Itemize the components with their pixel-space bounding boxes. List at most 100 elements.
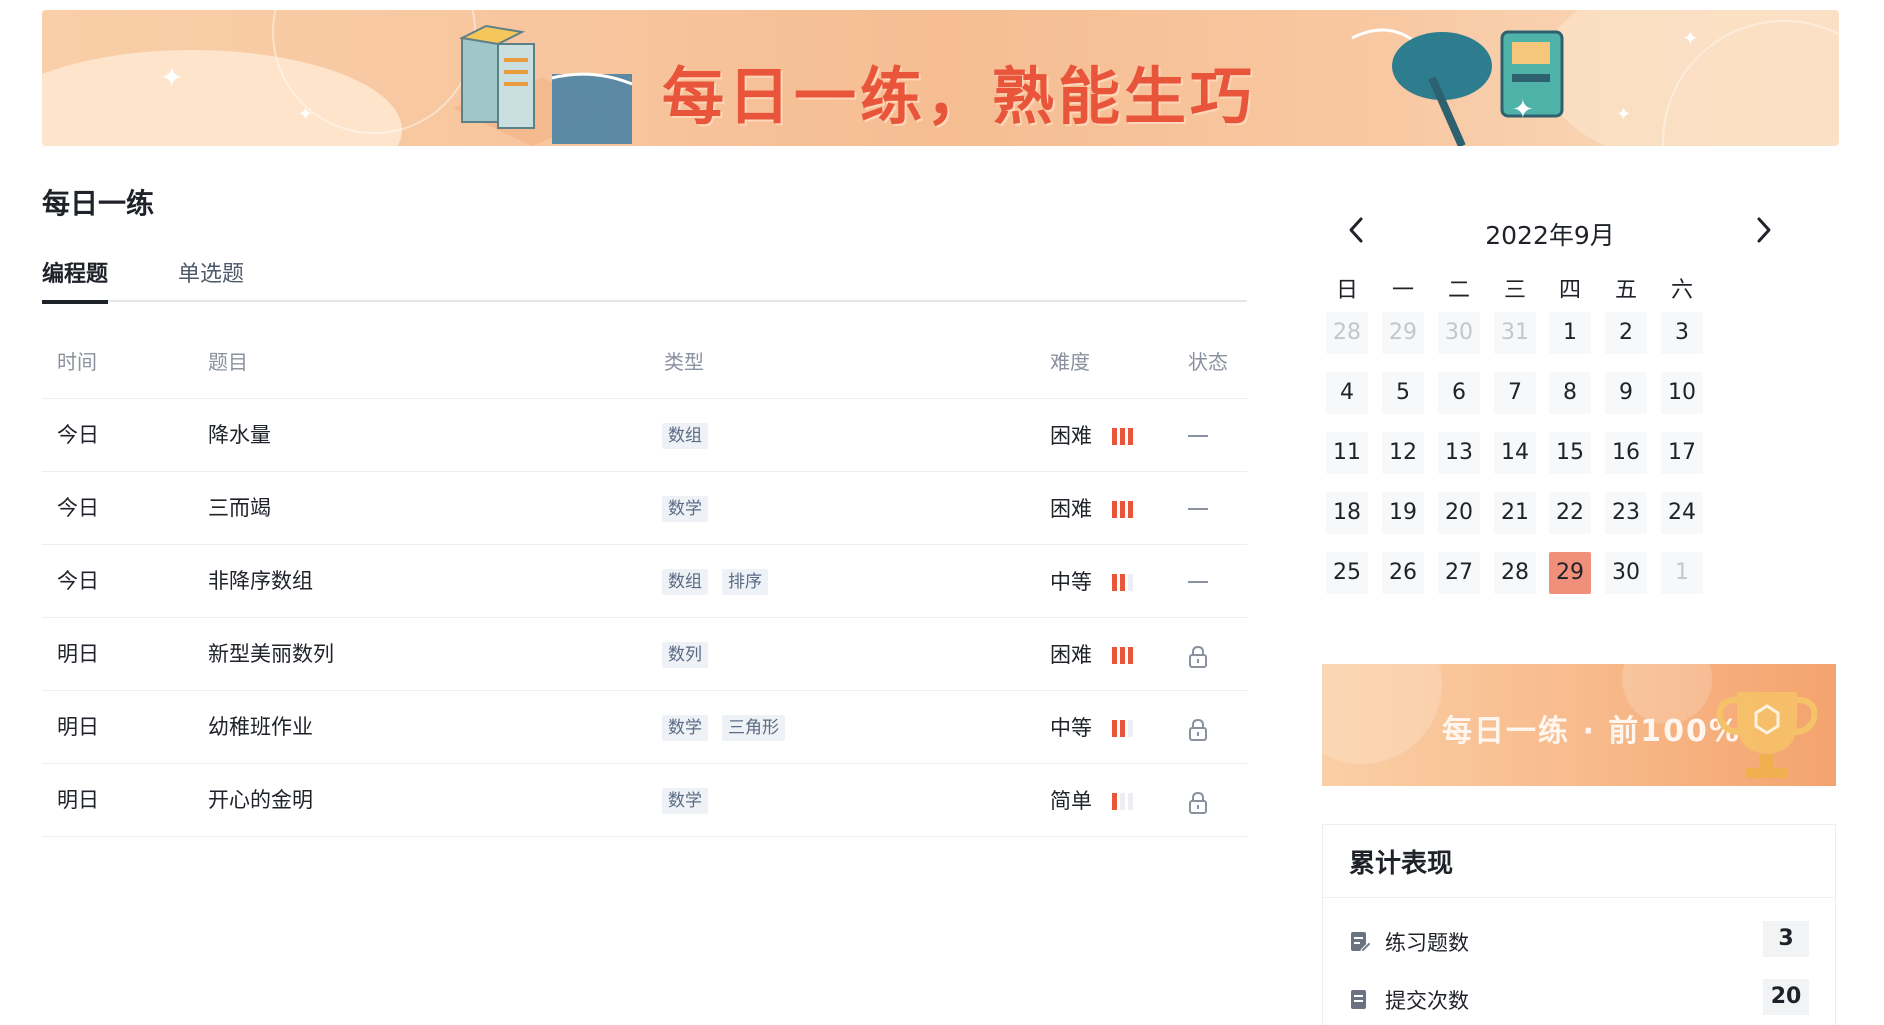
table-row[interactable]: 明日 幼稚班作业 数学 三角形 中等 — [42, 691, 1247, 764]
stat-value: 3 — [1763, 921, 1809, 957]
tab-bar: 编程题 单选题 — [42, 254, 1247, 304]
status-dash-icon — [1188, 508, 1208, 510]
calendar-day[interactable]: 5 — [1382, 372, 1424, 414]
page-title: 每日一练 — [42, 187, 155, 220]
practice-icon — [1351, 932, 1371, 953]
row-tags: 数学 — [662, 764, 722, 836]
status-dash-icon — [1188, 435, 1208, 437]
calendar-week: 25 26 27 28 29 30 1 — [1320, 552, 1780, 612]
stat-submit-count: 提交次数 20 — [1349, 979, 1809, 1019]
row-difficulty: 困难 — [1050, 472, 1133, 544]
table-row[interactable]: 今日 三而竭 数学 困难 — [42, 472, 1247, 545]
calendar-day[interactable]: 1 — [1549, 312, 1591, 354]
row-title[interactable]: 非降序数组 — [208, 545, 313, 617]
difficulty-label: 困难 — [1050, 424, 1092, 448]
table-body: 今日 降水量 数组 困难 今日 三而竭 数学 困难 今日 非降序数组 数组 排序 中等 明日 新型美丽数列数… — [42, 399, 1247, 837]
calendar-day[interactable]: 28 — [1494, 552, 1536, 594]
calendar-day[interactable]: 4 — [1326, 372, 1368, 414]
calendar-day-today[interactable]: 29 — [1549, 552, 1591, 594]
row-title[interactable]: 新型美丽数列 — [208, 618, 334, 690]
calendar-day[interactable]: 30 — [1605, 552, 1647, 594]
calendar-header: 2022年9月 — [1320, 210, 1780, 250]
server-illustration — [452, 24, 633, 146]
calendar-day[interactable]: 12 — [1382, 432, 1424, 474]
promo-banner[interactable]: 每日一练 · 前100% — [1322, 664, 1836, 786]
calendar-day[interactable]: 24 — [1661, 492, 1703, 534]
stat-value: 20 — [1763, 979, 1809, 1015]
calendar-day[interactable]: 9 — [1605, 372, 1647, 414]
row-time: 明日 — [57, 642, 99, 666]
calendar-day[interactable]: 31 — [1494, 312, 1536, 354]
calendar-day[interactable]: 20 — [1438, 492, 1480, 534]
row-title[interactable]: 降水量 — [208, 399, 271, 471]
tab-single-choice[interactable]: 单选题 — [178, 256, 244, 300]
calendar-day[interactable]: 23 — [1605, 492, 1647, 534]
calendar-day[interactable]: 16 — [1605, 432, 1647, 474]
lock-icon — [1189, 791, 1207, 814]
type-tag: 排序 — [722, 569, 768, 595]
table-header: 时间 题目 类型 难度 状态 — [42, 326, 1247, 399]
table-row[interactable]: 今日 非降序数组 数组 排序 中等 — [42, 545, 1247, 618]
header-type: 类型 — [664, 350, 704, 374]
calendar-day[interactable]: 29 — [1382, 312, 1424, 354]
calendar-day[interactable]: 17 — [1661, 432, 1703, 474]
row-difficulty: 困难 — [1050, 399, 1133, 471]
row-title[interactable]: 幼稚班作业 — [208, 691, 313, 763]
calendar-day[interactable]: 18 — [1326, 492, 1368, 534]
table-row[interactable]: 明日 新型美丽数列 数列 困难 — [42, 618, 1247, 691]
calendar-day[interactable]: 3 — [1661, 312, 1703, 354]
calendar-day[interactable]: 27 — [1438, 552, 1480, 594]
calendar-day[interactable]: 30 — [1438, 312, 1480, 354]
row-title[interactable]: 开心的金明 — [208, 764, 313, 836]
calendar-day[interactable]: 14 — [1494, 432, 1536, 474]
type-tag: 数组 — [662, 569, 708, 595]
table-row[interactable]: 明日 开心的金明 数学 简单 — [42, 764, 1247, 837]
calendar-day[interactable]: 19 — [1382, 492, 1424, 534]
type-tag: 数学 — [662, 715, 708, 741]
calendar-day[interactable]: 13 — [1438, 432, 1480, 474]
calendar-day[interactable]: 6 — [1438, 372, 1480, 414]
row-status — [1142, 764, 1208, 836]
row-tags: 数学 — [662, 472, 722, 544]
lock-icon — [1189, 718, 1207, 741]
calendar-day[interactable]: 15 — [1549, 432, 1591, 474]
row-time: 今日 — [57, 569, 99, 593]
difficulty-label: 中等 — [1050, 570, 1092, 594]
row-time: 明日 — [57, 788, 99, 812]
row-tags: 数学 三角形 — [662, 691, 799, 763]
row-title[interactable]: 三而竭 — [208, 472, 271, 544]
calendar-day[interactable]: 22 — [1549, 492, 1591, 534]
table-row[interactable]: 今日 降水量 数组 困难 — [42, 399, 1247, 472]
chevron-right-icon[interactable] — [1754, 216, 1774, 244]
type-tag: 数组 — [662, 423, 708, 449]
calendar-week: 28 29 30 31 1 2 3 — [1320, 312, 1780, 372]
weekday-label: 六 — [1670, 278, 1693, 303]
row-difficulty: 简单 — [1050, 764, 1133, 836]
row-time: 明日 — [57, 715, 99, 739]
calendar-day[interactable]: 26 — [1382, 552, 1424, 594]
calendar-day[interactable]: 25 — [1326, 552, 1368, 594]
difficulty-bars-icon — [1112, 792, 1133, 810]
calendar-day[interactable]: 11 — [1326, 432, 1368, 474]
stats-title: 累计表现 — [1349, 849, 1454, 879]
calendar-day[interactable]: 2 — [1605, 312, 1647, 354]
calendar: 2022年9月 日一二三四五六 28 29 30 31 1 2 3 4 5 6 7 8 9 10 11 12 1… — [1320, 210, 1780, 612]
tab-programming[interactable]: 编程题 — [42, 256, 109, 304]
row-status — [1142, 545, 1208, 617]
row-difficulty: 中等 — [1050, 691, 1133, 763]
weekday-label: 二 — [1447, 278, 1470, 303]
calendar-day[interactable]: 1 — [1661, 552, 1703, 594]
calendar-day[interactable]: 7 — [1494, 372, 1536, 414]
calendar-week: 11 12 13 14 15 16 17 — [1320, 432, 1780, 492]
status-dash-icon — [1188, 581, 1208, 583]
calendar-day[interactable]: 10 — [1661, 372, 1703, 414]
row-status — [1142, 399, 1208, 471]
calendar-day[interactable]: 21 — [1494, 492, 1536, 534]
sparkle-icon: ✦ — [1616, 104, 1632, 125]
row-time: 今日 — [57, 423, 99, 447]
calendar-day[interactable]: 8 — [1549, 372, 1591, 414]
calendar-week: 4 5 6 7 8 9 10 — [1320, 372, 1780, 432]
calendar-weekdays: 日一二三四五六 — [1320, 272, 1780, 312]
calendar-day[interactable]: 28 — [1326, 312, 1368, 354]
weekday-label: 三 — [1503, 278, 1526, 303]
